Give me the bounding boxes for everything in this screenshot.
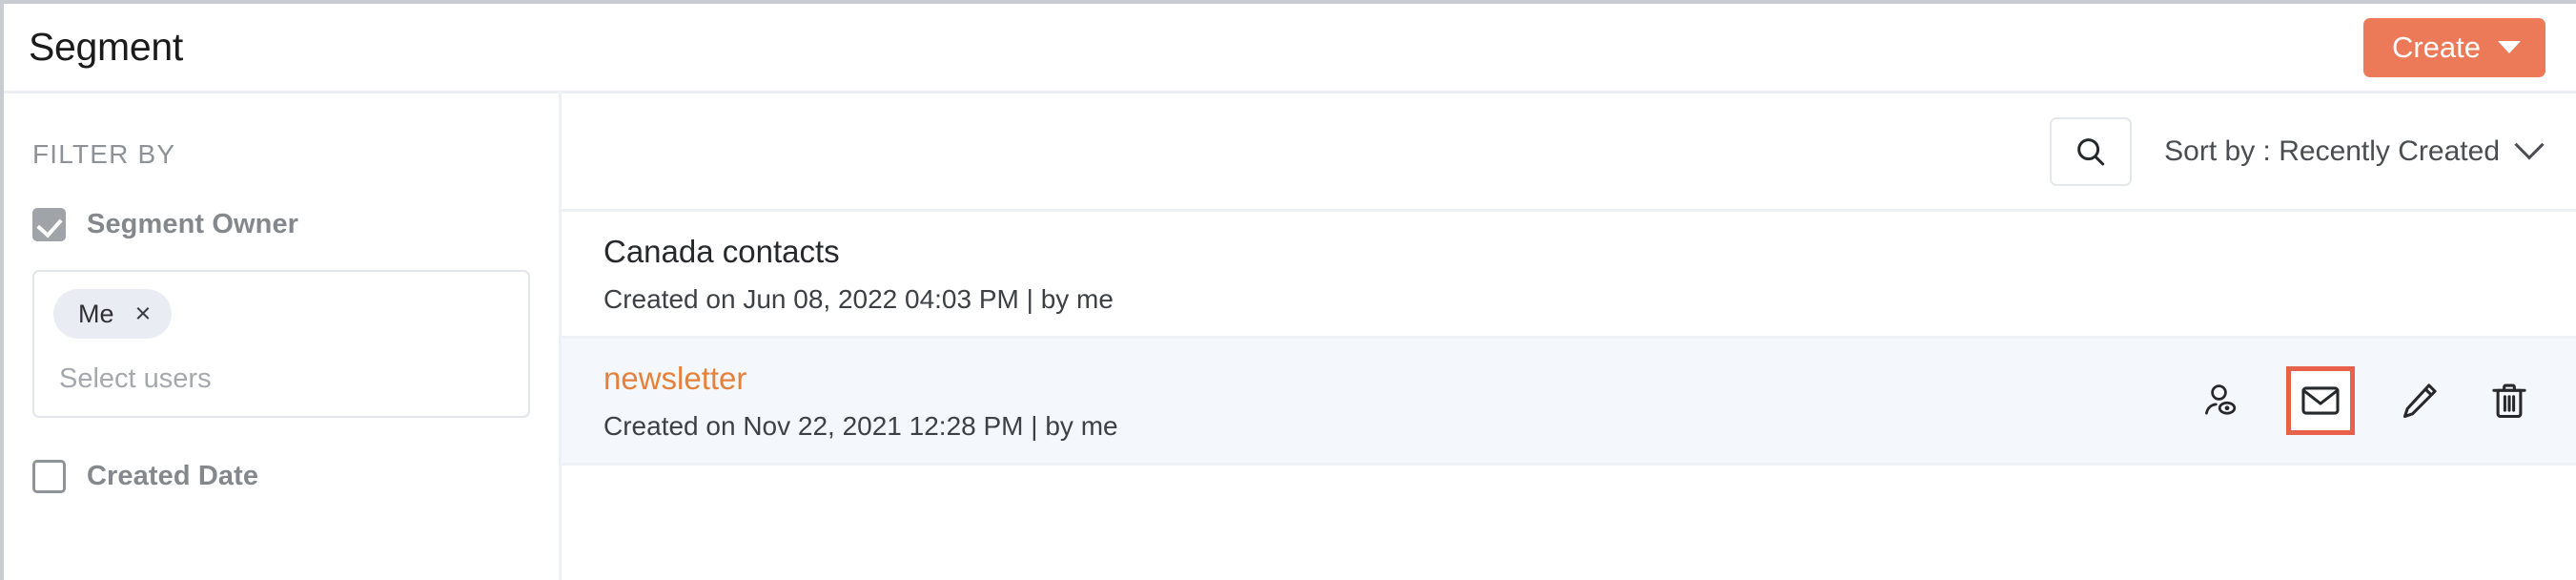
sort-label: Sort by : Recently Created	[2164, 135, 2500, 168]
search-icon	[2073, 134, 2109, 170]
page-header: Segment Create	[4, 4, 2576, 93]
edit-segment-button[interactable]	[2395, 376, 2444, 425]
segment-row[interactable]: Canada contacts Created on Jun 08, 2022 …	[562, 212, 2576, 339]
edit-pencil-icon	[2398, 379, 2442, 423]
segment-list-panel: Sort by : Recently Created Canada contac…	[562, 93, 2576, 580]
sort-dropdown[interactable]: Sort by : Recently Created	[2164, 135, 2544, 168]
created-date-checkbox[interactable]	[32, 460, 66, 493]
create-button-label: Create	[2392, 31, 2481, 65]
email-icon	[2299, 379, 2342, 423]
segment-owner-label: Segment Owner	[87, 209, 298, 240]
filter-group: Segment Owner Me × Select users Created …	[4, 208, 559, 493]
created-date-label: Created Date	[87, 461, 258, 492]
filter-segment-owner[interactable]: Segment Owner	[32, 208, 530, 241]
user-chip-me[interactable]: Me ×	[53, 289, 172, 339]
caret-down-icon	[2498, 41, 2521, 53]
list-toolbar: Sort by : Recently Created	[562, 93, 2576, 212]
segment-row-actions	[2197, 366, 2540, 435]
segment-row-text: newsletter Created on Nov 22, 2021 12:28…	[603, 362, 1118, 440]
segment-name[interactable]: newsletter	[603, 362, 1118, 394]
select-users-input[interactable]: Select users	[53, 363, 509, 395]
view-contacts-icon	[2199, 379, 2243, 423]
chevron-down-icon	[2514, 130, 2544, 159]
filter-sidebar: FILTER BY Segment Owner Me × Select user…	[4, 93, 562, 580]
segment-name[interactable]: Canada contacts	[603, 236, 1114, 267]
segment-meta: Created on Nov 22, 2021 12:28 PM | by me	[603, 413, 1118, 440]
filter-by-label: FILTER BY	[4, 139, 559, 170]
segment-page: Segment Create FILTER BY Segment Owner M…	[0, 0, 2576, 580]
view-contacts-button[interactable]	[2197, 376, 2246, 425]
delete-segment-button[interactable]	[2484, 376, 2534, 425]
body-split: FILTER BY Segment Owner Me × Select user…	[4, 93, 2576, 580]
user-chip-label: Me	[78, 300, 114, 329]
page-title: Segment	[29, 28, 183, 67]
search-button[interactable]	[2050, 117, 2132, 186]
segment-row[interactable]: newsletter Created on Nov 22, 2021 12:28…	[562, 339, 2576, 466]
delete-trash-icon	[2487, 379, 2531, 423]
segment-meta: Created on Jun 08, 2022 04:03 PM | by me	[603, 286, 1114, 313]
close-icon[interactable]: ×	[135, 300, 152, 328]
email-segment-button[interactable]	[2286, 366, 2355, 435]
segment-list: Canada contacts Created on Jun 08, 2022 …	[562, 212, 2576, 466]
create-button[interactable]: Create	[2363, 18, 2545, 77]
segment-owner-users-picker[interactable]: Me × Select users	[32, 270, 530, 418]
segment-owner-checkbox[interactable]	[32, 208, 66, 241]
segment-row-text: Canada contacts Created on Jun 08, 2022 …	[603, 236, 1114, 313]
filter-created-date[interactable]: Created Date	[32, 460, 530, 493]
